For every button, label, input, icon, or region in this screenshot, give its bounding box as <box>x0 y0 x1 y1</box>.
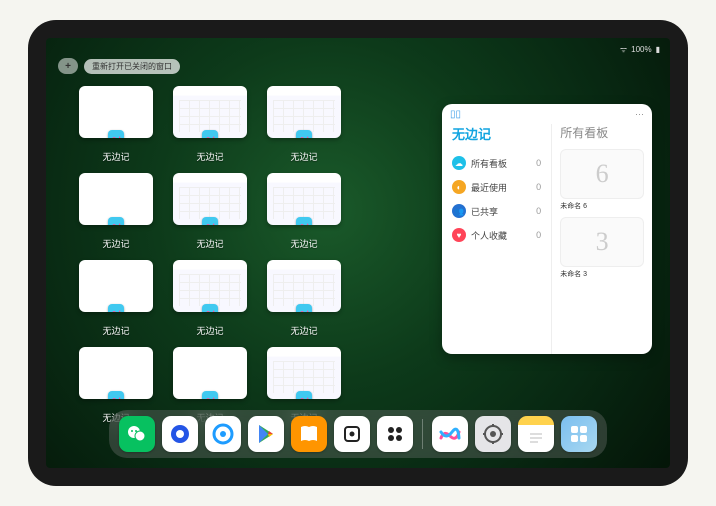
board-card[interactable]: 3 未命名 3 <box>560 217 644 279</box>
window-label: 无边记 <box>196 150 223 163</box>
window-thumbnail[interactable]: 无边记 <box>76 260 156 337</box>
window-thumbnail[interactable]: 无边记 <box>170 86 250 163</box>
sidebar-item-count: 0 <box>536 182 541 192</box>
sidebar-icon[interactable]: ▯▯ <box>450 109 461 120</box>
dock <box>109 410 607 458</box>
dock-camera-app-icon[interactable] <box>377 416 413 452</box>
board-card[interactable]: 6 未命名 6 <box>560 149 644 211</box>
freeform-icon <box>202 130 218 138</box>
screen: ᯤ 100% ▮ + 重新打开已关闭的窗口 无边记 无边记 无边记 无边记 无边… <box>46 38 670 468</box>
freeform-icon <box>202 304 218 312</box>
freeform-icon <box>108 391 124 399</box>
window-thumbnail[interactable]: 无边记 <box>264 260 344 337</box>
wifi-icon: ᯤ <box>620 44 627 55</box>
cloud-icon: ☁ <box>452 156 466 170</box>
dock-obsidian-icon[interactable] <box>334 416 370 452</box>
window-label: 无边记 <box>102 324 129 337</box>
window-label: 无边记 <box>290 237 317 250</box>
window-thumbnail[interactable]: 无边记 <box>264 86 344 163</box>
more-icon[interactable]: ··· <box>635 109 644 119</box>
window-thumbnail[interactable]: 无边记 <box>76 86 156 163</box>
sidebar-item-count: 0 <box>536 230 541 240</box>
window-label: 无边记 <box>290 324 317 337</box>
freeform-icon <box>202 391 218 399</box>
panel-content: 所有看板 6 未命名 6 3 未命名 3 <box>551 124 652 354</box>
sidebar-item-count: 0 <box>536 158 541 168</box>
board-thumb: 6 <box>560 149 644 199</box>
freeform-icon <box>108 130 124 138</box>
window-label: 无边记 <box>290 150 317 163</box>
freeform-icon <box>108 217 124 225</box>
sidebar-item-count: 0 <box>536 206 541 216</box>
battery-icon: ▮ <box>656 45 660 54</box>
window-grid: 无边记 无边记 无边记 无边记 无边记 无边记 无边记 无边记 无边记 无边记 <box>76 86 436 424</box>
sidebar-item-label: 已共享 <box>471 205 498 218</box>
status-bar: ᯤ 100% ▮ <box>46 42 670 56</box>
add-window-button[interactable]: + <box>58 58 78 74</box>
board-thumb: 3 <box>560 217 644 267</box>
panel-header: ▯▯ ··· <box>442 104 652 124</box>
dock-quark-icon[interactable] <box>162 416 198 452</box>
freeform-icon <box>108 304 124 312</box>
panel-sidebar: 无边记 ☁ 所有看板 0 ◐ 最近使用 0 👥 已共享 0 ♥ 个人收藏 0 <box>442 124 551 354</box>
sidebar-title: 无边记 <box>452 124 541 143</box>
top-bar: + 重新打开已关闭的窗口 <box>58 58 180 74</box>
sidebar-item-label: 个人收藏 <box>471 229 507 242</box>
window-label: 无边记 <box>196 324 223 337</box>
sidebar-item-clock[interactable]: ◐ 最近使用 0 <box>452 175 541 199</box>
board-title: 未命名 3 <box>560 269 644 279</box>
dock-playstore-icon[interactable] <box>248 416 284 452</box>
dock-separator <box>422 419 423 449</box>
battery-text: 100% <box>631 45 651 54</box>
dock-notes-icon[interactable] <box>518 416 554 452</box>
window-thumbnail[interactable]: 无边记 <box>170 173 250 250</box>
sidebar-item-cloud[interactable]: ☁ 所有看板 0 <box>452 151 541 175</box>
content-title: 所有看板 <box>560 124 644 141</box>
freeform-icon <box>296 130 312 138</box>
dock-settings-icon[interactable] <box>475 416 511 452</box>
dock-freeform-icon[interactable] <box>432 416 468 452</box>
window-thumbnail[interactable]: 无边记 <box>264 173 344 250</box>
dock-app-library-icon[interactable] <box>561 416 597 452</box>
sidebar-panel: ▯▯ ··· 无边记 ☁ 所有看板 0 ◐ 最近使用 0 👥 已共享 0 ♥ 个人收藏 0 所有看板 … <box>442 104 652 354</box>
window-thumbnail[interactable]: 无边记 <box>76 173 156 250</box>
people-icon: 👥 <box>452 204 466 218</box>
window-label: 无边记 <box>196 237 223 250</box>
heart-icon: ♥ <box>452 228 466 242</box>
sidebar-item-label: 最近使用 <box>471 181 507 194</box>
clock-icon: ◐ <box>452 180 466 194</box>
sidebar-item-heart[interactable]: ♥ 个人收藏 0 <box>452 223 541 247</box>
dock-qqbrowser-icon[interactable] <box>205 416 241 452</box>
window-label: 无边记 <box>102 150 129 163</box>
ipad-frame: ᯤ 100% ▮ + 重新打开已关闭的窗口 无边记 无边记 无边记 无边记 无边… <box>28 20 688 486</box>
reopen-closed-window-button[interactable]: 重新打开已关闭的窗口 <box>84 59 180 74</box>
freeform-icon <box>296 391 312 399</box>
window-thumbnail[interactable]: 无边记 <box>170 260 250 337</box>
dock-wechat-icon[interactable] <box>119 416 155 452</box>
window-label: 无边记 <box>102 237 129 250</box>
sidebar-item-label: 所有看板 <box>471 157 507 170</box>
dock-books-icon[interactable] <box>291 416 327 452</box>
freeform-icon <box>296 304 312 312</box>
board-title: 未命名 6 <box>560 201 644 211</box>
sidebar-item-people[interactable]: 👥 已共享 0 <box>452 199 541 223</box>
freeform-icon <box>202 217 218 225</box>
freeform-icon <box>296 217 312 225</box>
